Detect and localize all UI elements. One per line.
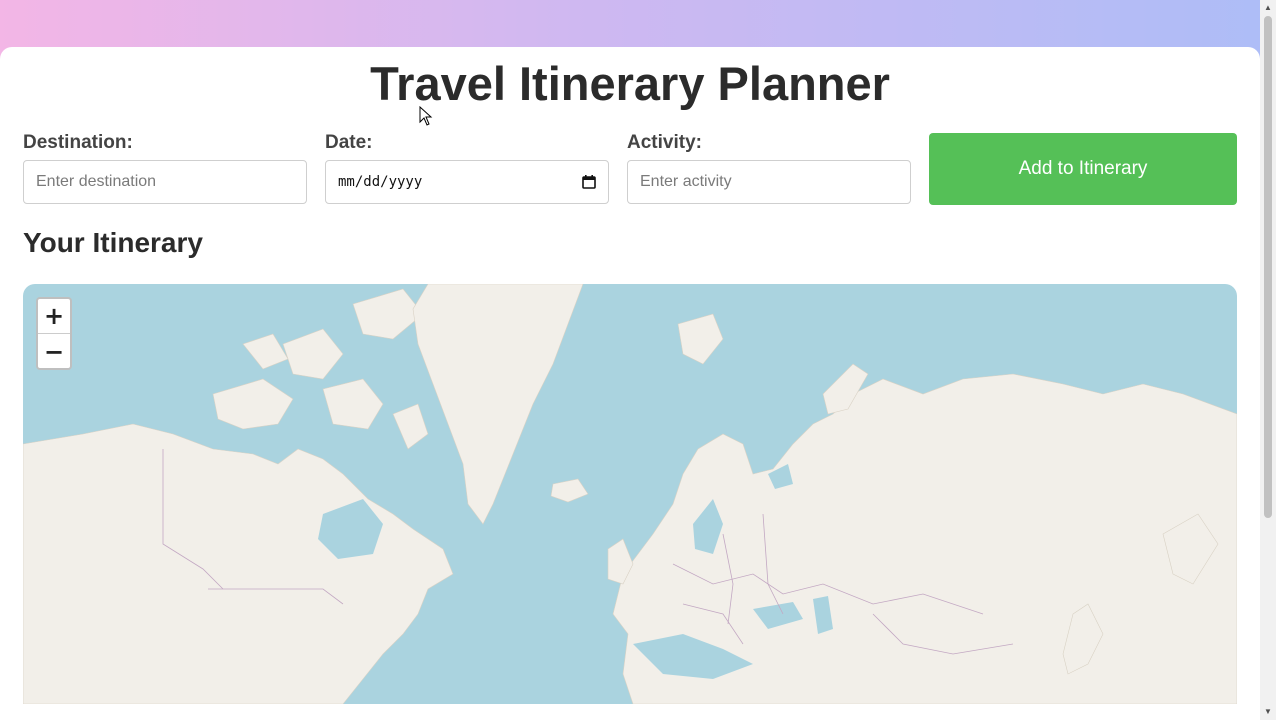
arctic-island — [352, 288, 424, 340]
zoom-in-button[interactable]: + — [38, 299, 70, 334]
arctic-island — [322, 378, 384, 430]
date-label: Date: — [325, 132, 373, 153]
date-input[interactable]: mm/dd/yyyy — [325, 160, 609, 204]
zoom-control: + − — [36, 297, 72, 370]
calendar-icon[interactable] — [582, 175, 596, 189]
arctic-island — [212, 378, 294, 430]
scroll-down-icon[interactable]: ▼ — [1264, 707, 1272, 716]
arctic-island — [392, 403, 429, 450]
destination-label: Destination: — [23, 132, 133, 153]
page-scrollbar[interactable]: ▲ ▼ — [1260, 0, 1276, 720]
world-map[interactable]: + − — [23, 284, 1237, 704]
iceland — [550, 478, 589, 503]
activity-input[interactable]: Enter activity — [627, 160, 911, 204]
mouse-pointer-icon — [419, 106, 433, 126]
scroll-thumb[interactable] — [1264, 16, 1272, 518]
itinerary-heading: Your Itinerary — [23, 227, 203, 258]
add-to-itinerary-button[interactable]: Add to Itinerary — [929, 133, 1237, 205]
destination-placeholder: Enter destination — [36, 173, 157, 190]
arctic-island — [242, 333, 289, 370]
activity-label: Activity: — [627, 132, 702, 153]
scroll-up-icon[interactable]: ▲ — [1264, 3, 1272, 12]
svalbard — [677, 313, 724, 365]
map-tiles — [23, 284, 1237, 704]
page-title: Travel Itinerary Planner — [370, 57, 890, 110]
zoom-out-button[interactable]: − — [38, 334, 70, 369]
arctic-island — [282, 328, 344, 380]
date-format-text: mm/dd/yyyy — [338, 174, 423, 190]
activity-placeholder: Enter activity — [640, 173, 732, 190]
destination-input[interactable]: Enter destination — [23, 160, 307, 204]
north-america-landmass — [23, 423, 454, 704]
